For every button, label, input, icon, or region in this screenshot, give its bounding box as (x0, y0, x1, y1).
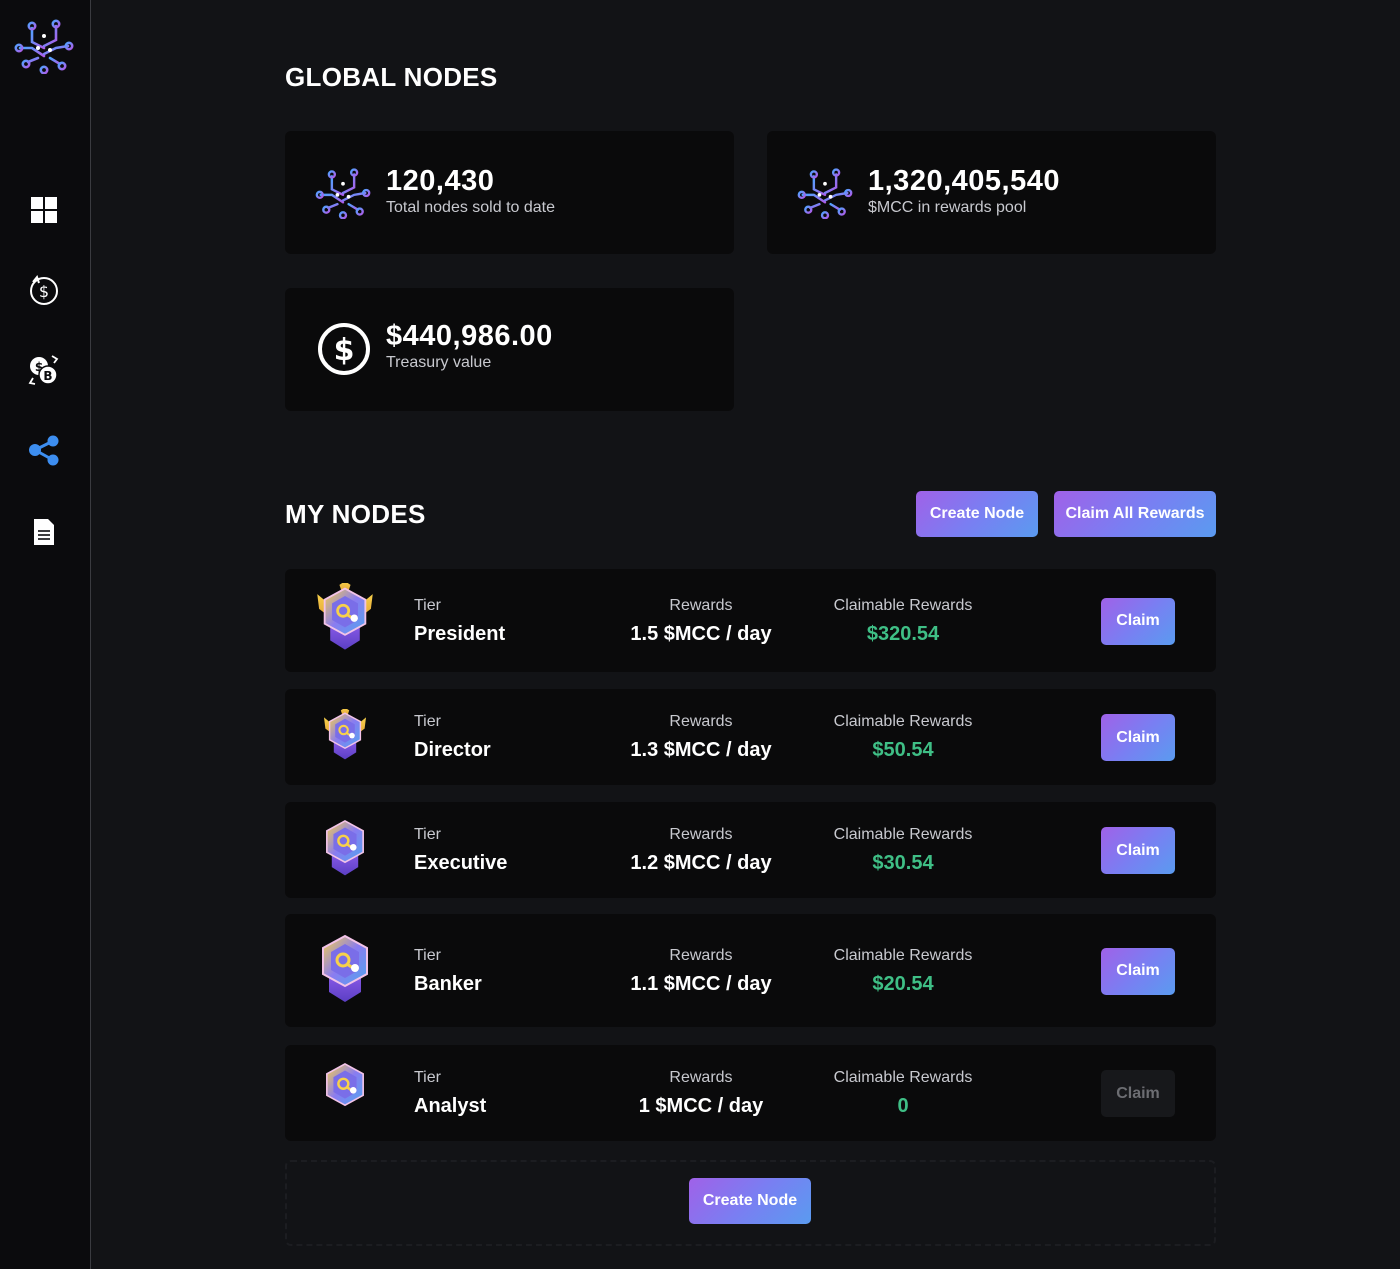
tier-label: Tier (414, 596, 441, 614)
network-icon (315, 167, 371, 219)
tier-badge-executive-icon (326, 820, 364, 876)
rewards-value: 1.1 $MCC / day (630, 972, 772, 995)
tier-badge-president-icon (317, 583, 373, 650)
svg-text:B: B (43, 369, 52, 383)
dollar-refresh-icon[interactable]: $ (26, 272, 62, 308)
rewards-value: 1 $MCC / day (638, 1095, 764, 1117)
tier-name: Banker (414, 972, 482, 995)
node-row-director: Tier Director Rewards 1.3 $MCC / day Cla… (285, 689, 1216, 785)
tier-name: President (414, 622, 506, 645)
node-row-executive: Tier Executive Rewards 1.2 $MCC / day Cl… (285, 802, 1216, 898)
claimable-value: $320.54 (866, 622, 940, 645)
stat-value: $440,986.00 (386, 320, 553, 352)
stat-card-treasury: $ $440,986.00 Treasury value (285, 288, 734, 411)
claim-button[interactable]: Claim (1101, 1070, 1175, 1117)
stat-card-rewards-pool: 1,320,405,540 $MCC in rewards pool (767, 131, 1216, 254)
rewards-value: 1.2 $MCC / day (630, 852, 772, 874)
claim-button[interactable]: Claim (1101, 947, 1175, 995)
rewards-label: Rewards (669, 596, 733, 614)
document-icon[interactable] (26, 514, 62, 550)
tier-label: Tier (414, 713, 441, 730)
tier-name: Analyst (414, 1095, 487, 1117)
tier-label: Tier (414, 1069, 441, 1086)
claimable-label: Claimable Rewards (833, 713, 973, 730)
stat-value: 120,430 (386, 165, 495, 197)
node-row-president: Tier President Rewards 1.5 $MCC / day Cl… (285, 569, 1216, 672)
share-network-icon[interactable] (26, 432, 62, 468)
rewards-value: 1.3 $MCC / day (630, 739, 772, 761)
tier-label: Tier (414, 826, 441, 843)
rewards-label: Rewards (669, 713, 733, 730)
rewards-value: 1.5 $MCC / day (630, 622, 772, 645)
node-row-banker: Tier Banker Rewards 1.1 $MCC / day Claim… (285, 914, 1216, 1027)
tier-badge-banker-icon (322, 934, 368, 1002)
network-icon (797, 167, 853, 219)
global-nodes-title: GLOBAL NODES (285, 62, 498, 92)
claimable-label: Claimable Rewards (833, 1069, 973, 1086)
currency-exchange-icon[interactable]: $ B (26, 352, 62, 388)
svg-text:$: $ (39, 282, 49, 301)
rewards-label: Rewards (669, 1069, 733, 1086)
tier-name: Director (414, 739, 491, 761)
stat-label: Treasury value (386, 354, 492, 371)
stat-label: Total nodes sold to date (386, 199, 556, 216)
claim-all-rewards-button[interactable]: Claim All Rewards (1054, 491, 1216, 537)
bottom-create-node-button[interactable]: Create Node (689, 1178, 811, 1224)
claimable-value: $20.54 (872, 972, 934, 995)
main-content: GLOBAL NODES 120,430 Total nodes sold to… (91, 0, 1400, 1269)
claimable-value: $50.54 (872, 739, 934, 761)
stat-card-nodes-sold: 120,430 Total nodes sold to date (285, 131, 734, 254)
logo-network-icon[interactable] (14, 18, 74, 74)
dashboard-grid-icon[interactable] (26, 192, 62, 228)
rewards-label: Rewards (669, 946, 733, 964)
claimable-value: 0 (897, 1095, 909, 1117)
claim-button[interactable]: Claim (1101, 597, 1175, 645)
tier-badge-analyst-icon (326, 1063, 364, 1107)
sidebar: $ $ B (0, 0, 91, 1269)
stat-label: $MCC in rewards pool (868, 199, 1027, 216)
tier-badge-director-icon (324, 709, 366, 760)
stat-value: 1,320,405,540 (868, 165, 1060, 197)
claimable-label: Claimable Rewards (833, 596, 973, 614)
claim-button[interactable]: Claim (1101, 714, 1175, 761)
dollar-circle-icon: $ (318, 323, 370, 375)
my-nodes-title: MY NODES (285, 499, 426, 529)
node-row-analyst: Tier Analyst Rewards 1 $MCC / day Claima… (285, 1045, 1216, 1141)
claimable-label: Claimable Rewards (833, 826, 973, 843)
claimable-value: $30.54 (872, 852, 934, 874)
tier-name: Executive (414, 852, 508, 874)
rewards-label: Rewards (669, 826, 733, 843)
svg-text:$: $ (334, 333, 355, 368)
claimable-label: Claimable Rewards (833, 946, 973, 964)
claim-button[interactable]: Claim (1101, 827, 1175, 874)
create-node-button[interactable]: Create Node (916, 491, 1038, 537)
tier-label: Tier (414, 946, 441, 964)
